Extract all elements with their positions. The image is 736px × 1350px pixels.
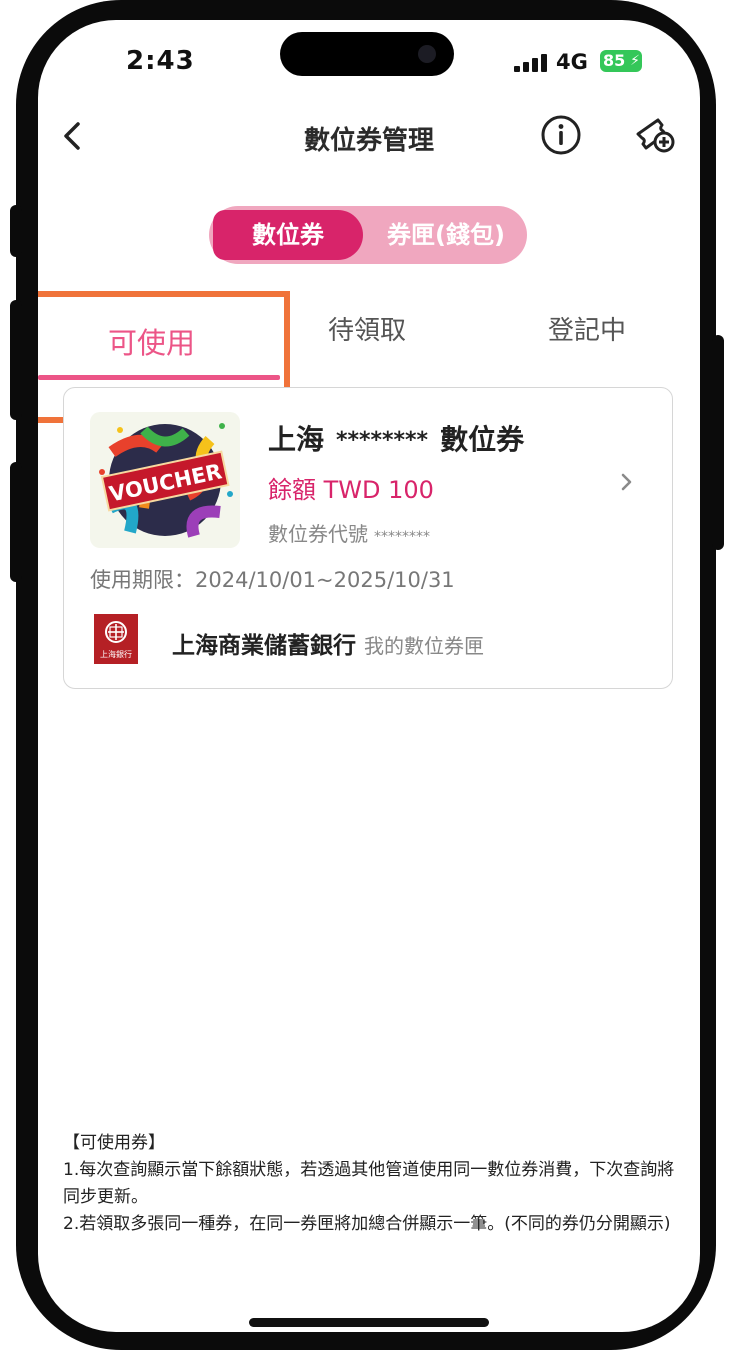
- battery-icon: 85 ⚡: [600, 50, 642, 72]
- voucher-name-suffix: 數位券: [440, 423, 525, 456]
- status-bar: 2:43 4G 85 ⚡: [38, 20, 700, 110]
- tab-pending[interactable]: 待領取: [328, 310, 406, 347]
- tab-active-underline: [38, 375, 280, 380]
- bank-name-label: 上海商業儲蓄銀行: [172, 633, 356, 659]
- bank-name: 上海商業儲蓄銀行 我的數位券匣: [172, 626, 484, 660]
- voucher-code-label: 數位券代號: [268, 522, 368, 546]
- phone-side-button: [10, 462, 22, 582]
- battery-level: 85: [603, 51, 626, 70]
- chevron-right-icon[interactable]: [618, 468, 636, 496]
- charging-bolt-icon: ⚡: [630, 53, 640, 69]
- notes-line-1: 1.每次查詢顯示當下餘額狀態，若透過其他管道使用同一數位券消費，下次查詢將同步更…: [63, 1160, 675, 1207]
- voucher-name-prefix: 上海: [268, 423, 325, 456]
- screen: 2:43 4G 85 ⚡ 數位券管理 數位券 券匣(錢包) 可使用 待領取 登記…: [38, 20, 700, 1332]
- voucher-name-mask: ********: [336, 428, 429, 453]
- page-title: 數位券管理: [303, 126, 434, 156]
- voucher-code: 數位券代號 ********: [268, 518, 430, 547]
- notes-title: 【可使用券】: [63, 1133, 165, 1153]
- network-label: 4G: [556, 50, 588, 74]
- phone-side-button: [10, 205, 22, 257]
- ticket-add-icon[interactable]: [632, 112, 676, 156]
- tab-registering[interactable]: 登記中: [548, 310, 626, 347]
- nav-bar: 數位券管理: [38, 110, 700, 170]
- tab-available[interactable]: 可使用: [108, 320, 195, 362]
- phone-side-button: [10, 300, 22, 420]
- voucher-name: 上海 ******** 數位券: [268, 418, 524, 458]
- voucher-card[interactable]: VOUCHER 上海 ******** 數位券 餘額 TWD 100 數位券代號 **…: [63, 387, 673, 689]
- voucher-validity: 使用期限：2024/10/01~2025/10/31: [90, 568, 455, 592]
- home-indicator[interactable]: [249, 1318, 489, 1327]
- status-time: 2:43: [126, 46, 195, 76]
- segment-control: 數位券 券匣(錢包): [209, 206, 527, 264]
- voucher-code-mask: ********: [374, 529, 430, 545]
- camera-icon: [418, 45, 436, 63]
- tab-bar: 可使用 待領取 登記中: [38, 291, 700, 423]
- segment-wallet[interactable]: 券匣(錢包): [371, 210, 521, 260]
- phone-side-button: [712, 335, 724, 550]
- wallet-label: 我的數位券匣: [364, 634, 484, 658]
- bank-logo-text: 上海銀行: [100, 649, 132, 659]
- signal-icon: [514, 54, 548, 72]
- segment-voucher[interactable]: 數位券: [213, 210, 363, 260]
- voucher-image: VOUCHER: [90, 412, 240, 548]
- voucher-balance: 餘額 TWD 100: [268, 476, 434, 504]
- notes: 【可使用券】 1.每次查詢顯示當下餘額狀態，若透過其他管道使用同一數位券消費，下…: [63, 1130, 675, 1238]
- info-icon[interactable]: [540, 114, 582, 156]
- dynamic-island: [280, 32, 454, 76]
- bank-logo-icon: 上海銀行: [94, 614, 138, 664]
- notes-line-2: 2.若領取多張同一種券，在同一券匣將加總合併顯示一筆。(不同的券仍分開顯示): [63, 1214, 671, 1234]
